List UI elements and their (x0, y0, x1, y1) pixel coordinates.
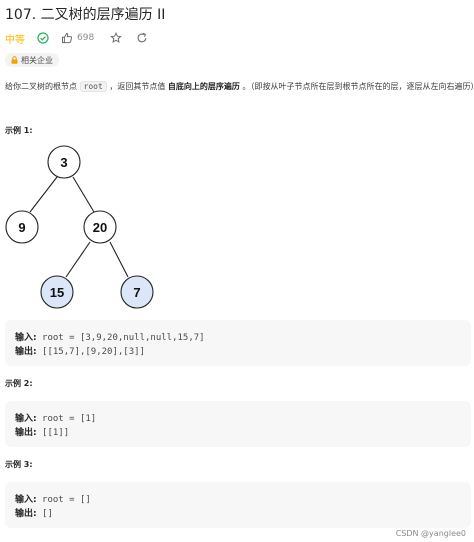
example-output: [[15,7],[9,20],[3]] (42, 347, 145, 357)
output-label: 输出: (15, 428, 37, 438)
example-3-codebox: 输入: root = [] 输出: [] (5, 482, 471, 528)
tree-node: 3 (47, 145, 81, 179)
tree-node: 9 (5, 210, 39, 244)
description-text: ，返回其节点值 (109, 82, 166, 91)
svg-text:15: 15 (50, 285, 64, 300)
like-button[interactable]: 698 (61, 32, 94, 44)
svg-text:7: 7 (133, 285, 140, 300)
problem-description: 给你二叉树的根节点 root ，返回其节点值 自底向上的层序遍历 。（即按从叶子… (5, 81, 474, 92)
description-note: 。（即按从叶子节点所在层到根节点所在的层，逐层从左向右遍历） (242, 82, 474, 91)
watermark: CSDN @yanglee0 (395, 529, 466, 538)
svg-text:20: 20 (93, 220, 107, 235)
lock-icon (11, 56, 18, 64)
example-input: root = [1] (42, 414, 97, 424)
problem-meta-bar: 中等 698 (5, 30, 148, 46)
tree-edge (109, 241, 129, 278)
difficulty-badge: 中等 (5, 34, 25, 46)
inline-code: root (79, 81, 107, 92)
tree-edge (29, 176, 58, 213)
svg-text:3: 3 (60, 155, 67, 170)
check-circle-icon (37, 32, 49, 44)
like-count: 698 (77, 33, 95, 43)
tree-edge (65, 241, 91, 278)
svg-text:9: 9 (18, 220, 25, 235)
example-1-title: 示例 1: (5, 126, 33, 135)
output-label: 输出: (15, 509, 37, 519)
problem-title: 107. 二叉树的层序遍历 II (5, 7, 166, 23)
example-1-codebox: 输入: root = [3,9,20,null,null,15,7] 输出: [… (5, 320, 471, 366)
example-input: root = [] (42, 495, 91, 505)
example-input: root = [3,9,20,null,null,15,7] (42, 333, 205, 343)
input-label: 输入: (15, 414, 37, 424)
input-label: 输入: (15, 495, 37, 505)
description-text: 给你二叉树的根节点 (5, 82, 77, 91)
favorite-button[interactable] (110, 32, 122, 44)
share-icon (137, 32, 147, 43)
tree-edge (72, 176, 95, 213)
thumbs-up-icon (62, 32, 73, 44)
example-output: [[1]] (42, 428, 70, 438)
share-button[interactable] (136, 32, 148, 44)
example-2-codebox: 输入: root = [1] 输出: [[1]] (5, 401, 471, 447)
description-emphasis: 自底向上的层序遍历 (167, 82, 240, 91)
input-label: 输入: (15, 333, 37, 343)
tree-node-highlighted: 15 (40, 275, 74, 309)
tree-node: 20 (83, 210, 117, 244)
binary-tree-diagram: 3 9 20 15 7 (5, 145, 154, 309)
related-companies-tag[interactable]: 相关企业 (5, 53, 59, 67)
example-3-title: 示例 3: (5, 460, 33, 469)
example-output: [] (42, 509, 53, 519)
tree-node-highlighted: 7 (120, 275, 154, 309)
output-label: 输出: (15, 347, 37, 357)
star-icon (110, 32, 122, 43)
example-2-title: 示例 2: (5, 379, 33, 388)
company-tag-label: 相关企业 (21, 55, 53, 65)
